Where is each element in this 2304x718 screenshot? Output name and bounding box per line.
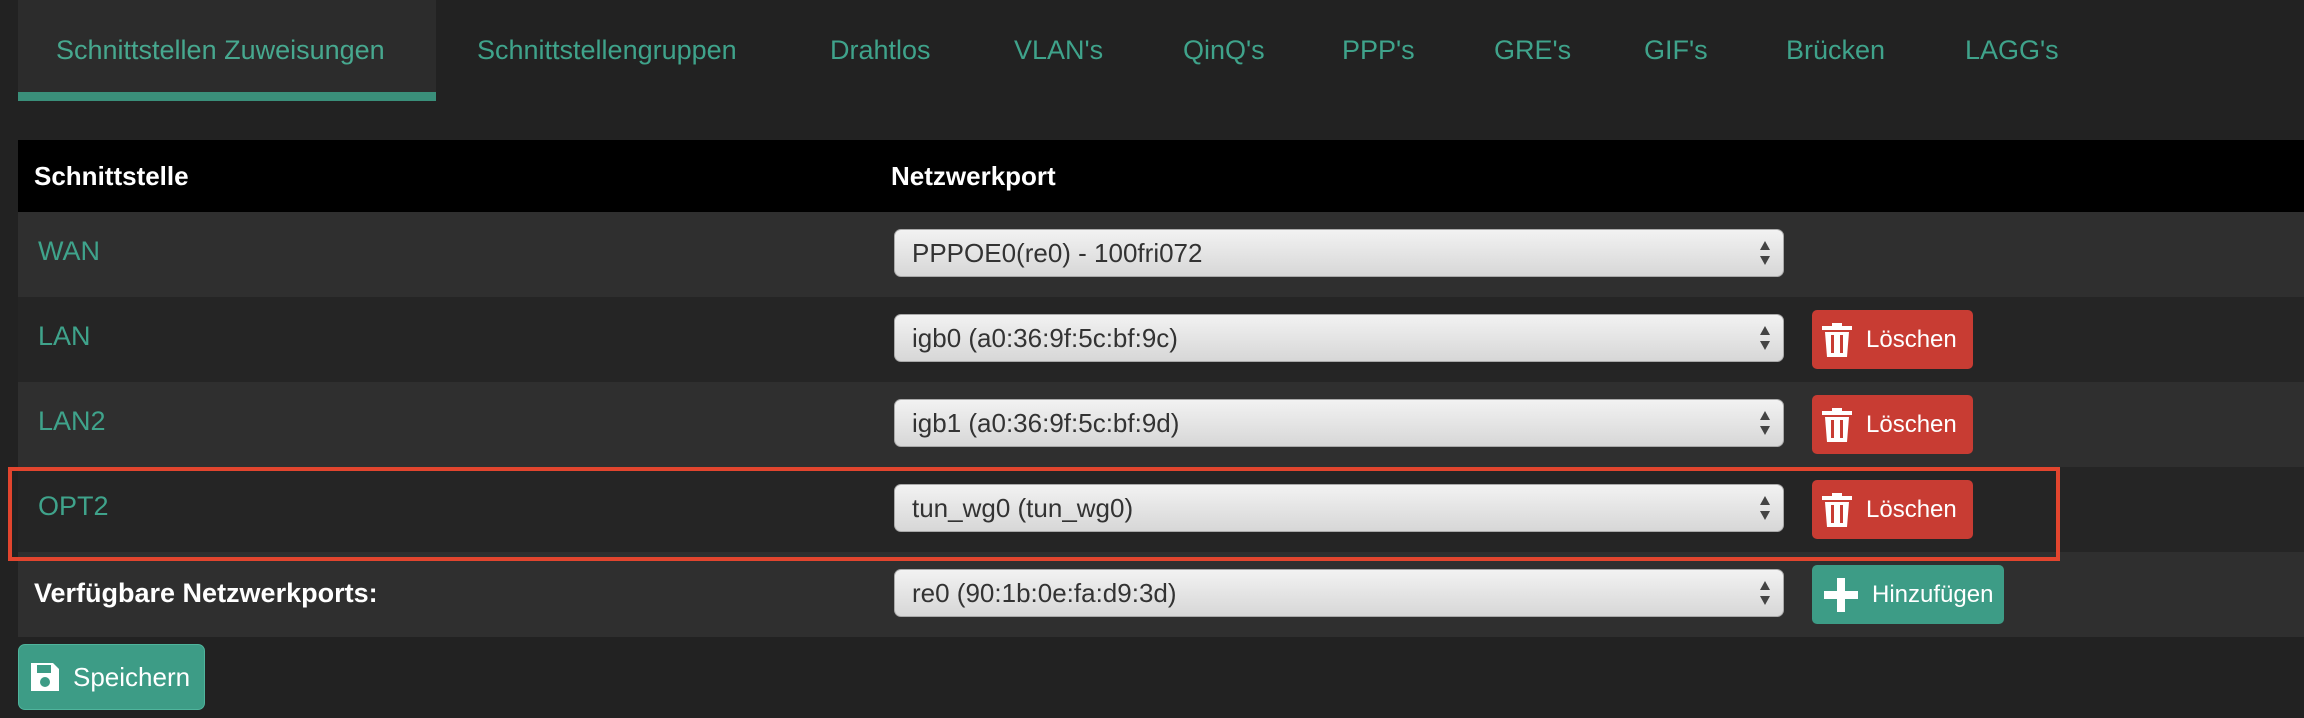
table-row: LAN2 igb1 (a0:36:9f:5c:bf:9d) Löschen	[18, 382, 2304, 467]
tab-vlans[interactable]: VLAN's	[1014, 0, 1103, 101]
save-button-label: Speichern	[73, 661, 191, 692]
tab-bridges[interactable]: Brücken	[1786, 0, 1885, 101]
interface-assignments-table: Schnittstelle Netzwerkport WAN PPPOE0(re…	[18, 140, 2304, 637]
tab-laggs[interactable]: LAGG's	[1965, 0, 2059, 101]
tab-bar: Schnittstellen Zuweisungen Schnittstelle…	[18, 0, 2304, 101]
network-port-select-lan2[interactable]: igb1 (a0:36:9f:5c:bf:9d)	[894, 399, 1784, 447]
updown-arrows-icon	[1760, 411, 1770, 435]
tab-wireless[interactable]: Drahtlos	[830, 0, 931, 101]
trash-icon	[1822, 407, 1852, 442]
interface-link-wan[interactable]: WAN	[38, 236, 100, 267]
interface-link-lan2[interactable]: LAN2	[38, 406, 106, 437]
network-port-select-lan[interactable]: igb0 (a0:36:9f:5c:bf:9c)	[894, 314, 1784, 362]
tab-gifs[interactable]: GIF's	[1644, 0, 1708, 101]
delete-button-opt2[interactable]: Löschen	[1812, 480, 1973, 539]
save-button[interactable]: Speichern	[18, 644, 205, 710]
add-button-label: Hinzufügen	[1872, 580, 1994, 608]
select-value: re0 (90:1b:0e:fa:d9:3d)	[912, 578, 1177, 608]
select-value: igb0 (a0:36:9f:5c:bf:9c)	[912, 323, 1178, 353]
updown-arrows-icon	[1760, 326, 1770, 350]
interface-link-opt2[interactable]: OPT2	[38, 491, 109, 522]
tab-interface-assignments[interactable]: Schnittstellen Zuweisungen	[18, 0, 436, 101]
delete-button-label: Löschen	[1866, 410, 1957, 438]
delete-button-lan[interactable]: Löschen	[1812, 310, 1973, 369]
table-header: Schnittstelle Netzwerkport	[18, 140, 2304, 212]
table-row: OPT2 tun_wg0 (tun_wg0) Löschen	[18, 467, 2304, 552]
table-row: LAN igb0 (a0:36:9f:5c:bf:9c) Löschen	[18, 297, 2304, 382]
updown-arrows-icon	[1760, 581, 1770, 605]
trash-icon	[1822, 492, 1852, 527]
trash-icon	[1822, 322, 1852, 357]
delete-button-label: Löschen	[1866, 495, 1957, 523]
tab-gres[interactable]: GRE's	[1494, 0, 1571, 101]
interface-link-lan[interactable]: LAN	[38, 321, 91, 352]
updown-arrows-icon	[1760, 496, 1770, 520]
floppy-disk-icon	[31, 663, 59, 691]
network-port-select-wan[interactable]: PPPOE0(re0) - 100fri072	[894, 229, 1784, 277]
available-ports-label: Verfügbare Netzwerkports:	[34, 578, 378, 608]
available-port-select[interactable]: re0 (90:1b:0e:fa:d9:3d)	[894, 569, 1784, 617]
header-network-port: Netzwerkport	[891, 161, 1056, 191]
tab-qinqs[interactable]: QinQ's	[1183, 0, 1265, 101]
updown-arrows-icon	[1760, 241, 1770, 265]
tab-ppps[interactable]: PPP's	[1342, 0, 1415, 101]
table-row: WAN PPPOE0(re0) - 100fri072	[18, 212, 2304, 297]
available-ports-row: Verfügbare Netzwerkports: re0 (90:1b:0e:…	[18, 552, 2304, 637]
header-interface: Schnittstelle	[34, 161, 189, 191]
delete-button-label: Löschen	[1866, 325, 1957, 353]
network-port-select-opt2[interactable]: tun_wg0 (tun_wg0)	[894, 484, 1784, 532]
select-value: tun_wg0 (tun_wg0)	[912, 493, 1134, 523]
delete-button-lan2[interactable]: Löschen	[1812, 395, 1973, 454]
select-value: PPPOE0(re0) - 100fri072	[912, 238, 1203, 268]
add-button[interactable]: Hinzufügen	[1812, 565, 2004, 624]
tab-interface-groups[interactable]: Schnittstellengruppen	[477, 0, 737, 101]
plus-icon	[1824, 577, 1858, 612]
select-value: igb1 (a0:36:9f:5c:bf:9d)	[912, 408, 1180, 438]
